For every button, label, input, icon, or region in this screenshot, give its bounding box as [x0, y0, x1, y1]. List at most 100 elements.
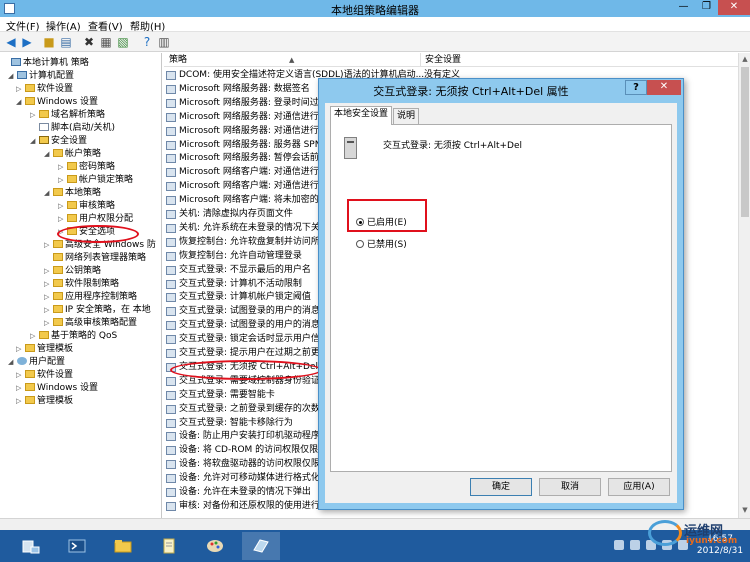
filter-icon[interactable]: ▥	[157, 35, 171, 49]
dialog-help-button[interactable]: ?	[625, 80, 647, 95]
tree-item-user-software-settings[interactable]: ▷ 软件设置	[16, 369, 73, 382]
watermark-logo-icon	[648, 520, 682, 546]
tree-item-network-list-manager[interactable]: 网络列表管理器策略	[44, 252, 146, 265]
list-header: 策略 ▲ 安全设置	[164, 53, 738, 67]
help-icon[interactable]: ?	[140, 35, 154, 49]
taskbar-powershell[interactable]	[58, 532, 96, 560]
tree-item-advanced-audit[interactable]: ▷ 高级审核策略配置	[44, 317, 137, 330]
policy-item-icon	[166, 307, 176, 317]
tree-item-admin-templates[interactable]: ▷ 管理模板	[16, 343, 73, 356]
user-icon	[17, 357, 27, 365]
tree-item-name-resolution-policy[interactable]: ▷ 域名解析策略	[30, 109, 105, 122]
cancel-button[interactable]: 取消	[539, 478, 601, 496]
tab-local-security-setting[interactable]: 本地安全设置	[330, 106, 393, 125]
policy-item-icon	[166, 210, 176, 219]
tree-item-windows-settings[interactable]: ◢ Windows 设置	[16, 96, 98, 109]
up-folder-icon[interactable]: ■	[42, 35, 56, 49]
vertical-scrollbar[interactable]: ▲ ▼	[738, 53, 750, 518]
policy-item-icon	[166, 84, 176, 94]
taskbar-notepad[interactable]	[150, 532, 188, 560]
tree-item-audit-policy[interactable]: ▷ 审核策略	[58, 200, 115, 213]
policy-item-icon	[166, 168, 176, 178]
minimize-button[interactable]: —	[672, 0, 695, 15]
computer-icon	[11, 58, 21, 66]
folder-icon	[67, 214, 77, 222]
folder-icon	[67, 162, 77, 170]
policy-name: Microsoft 网络服务器: 登录时间过	[179, 97, 319, 108]
tree-item-local-policies[interactable]: ◢ 本地策略	[44, 187, 101, 200]
tree-item-app-control[interactable]: ▷ 应用程序控制策略	[44, 291, 137, 304]
tree-item-local-computer-policy[interactable]: 本地计算机 策略	[2, 57, 89, 70]
tree-pane: 本地计算机 策略 ◢ 计算机配置 ▷ 软件设置 ◢ Windows 设置 ▷ 域名解析策…	[0, 53, 162, 518]
tree-item-ip-security[interactable]: ▷ IP 安全策略，在 本地	[44, 304, 151, 317]
tree-item-software-restriction[interactable]: ▷ 软件限制策略	[44, 278, 119, 291]
ok-button[interactable]: 确定	[470, 478, 532, 496]
policy-name: 设备: 防止用户安装打印机驱动程序	[179, 431, 320, 442]
dialog-body: 本地安全设置 说明 交互式登录: 无须按 Ctrl+Alt+Del 已启用(E)…	[325, 103, 677, 503]
menu-view[interactable]: 查看(V)	[88, 18, 123, 33]
policy-name: 交互式登录: 之前登录到缓存的次数	[179, 403, 320, 414]
apply-button[interactable]: 应用(A)	[608, 478, 670, 496]
policy-name: 关机: 允许系统在未登录的情况下关	[179, 222, 320, 233]
maximize-button[interactable]: ❐	[695, 0, 718, 15]
policy-name: 交互式登录: 计算机不活动限制	[179, 278, 302, 289]
policy-name: 设备: 允许在未登录的情况下弹出	[179, 487, 311, 497]
properties-icon[interactable]: ▦	[99, 35, 113, 49]
document-icon	[39, 123, 49, 131]
column-policy-header[interactable]: 策略	[164, 53, 187, 67]
tree-item-scripts[interactable]: 脚本(启动/关机)	[30, 122, 115, 135]
close-button[interactable]: ✕	[718, 0, 750, 15]
tree-item-password-policy[interactable]: ▷ 密码策略	[58, 161, 115, 174]
policy-name: 交互式登录: 锁定会话时显示用户信	[179, 334, 320, 345]
tree-item-user-config[interactable]: ◢ 用户配置	[8, 356, 65, 369]
policy-name: 关机: 清除虚拟内存页面文件	[179, 209, 293, 219]
tab-explain[interactable]: 说明	[393, 108, 420, 124]
radio-disabled[interactable]: 已禁用(S)	[356, 239, 407, 251]
export-list-icon[interactable]: ▧	[116, 35, 130, 49]
back-arrow-icon[interactable]: ◀	[4, 35, 18, 49]
policy-item-icon	[166, 488, 176, 497]
annotation-ellipse-no-ctrl-alt-del	[170, 360, 322, 380]
tree-item-computer-config[interactable]: ◢ 计算机配置	[8, 70, 74, 83]
menu-action[interactable]: 操作(A)	[46, 18, 81, 33]
tree-item-public-key-policies[interactable]: ▷ 公钥策略	[44, 265, 101, 278]
menu-help[interactable]: 帮助(H)	[130, 18, 165, 33]
policy-name: 交互式登录: 不显示最后的用户名	[179, 264, 311, 275]
folder-icon	[25, 84, 35, 92]
show-hide-tree-icon[interactable]: ▤	[59, 35, 73, 49]
tray-up-arrow-icon[interactable]	[614, 540, 624, 550]
tree-item-user-windows-settings[interactable]: ▷ Windows 设置	[16, 382, 98, 395]
forward-arrow-icon[interactable]: ▶	[20, 35, 34, 49]
taskbar-gpedit[interactable]	[242, 532, 280, 560]
menu-file[interactable]: 文件(F)	[6, 18, 40, 33]
tray-flag-icon[interactable]	[630, 540, 640, 550]
dialog-close-button[interactable]: ✕	[647, 80, 681, 95]
policy-item-icon	[166, 98, 176, 108]
folder-icon	[53, 279, 63, 287]
taskbar-file-explorer[interactable]	[104, 532, 142, 560]
file-explorer-icon	[114, 540, 132, 553]
folder-icon	[53, 318, 63, 326]
policy-item-icon	[166, 223, 176, 233]
computer-icon	[17, 71, 27, 79]
tree-item-account-lockout-policy[interactable]: ▷ 帐户锁定策略	[58, 174, 133, 187]
taskbar-server-manager[interactable]	[12, 532, 50, 560]
scroll-down-icon[interactable]: ▼	[739, 506, 750, 514]
folder-icon	[67, 175, 77, 183]
tree-item-software-settings[interactable]: ▷ 软件设置	[16, 83, 73, 96]
column-setting-header[interactable]: 安全设置	[420, 53, 461, 67]
tree-item-user-admin-templates[interactable]: ▷ 管理模板	[16, 395, 73, 408]
tree-item-policy-qos[interactable]: ▷ 基于策略的 QoS	[30, 330, 117, 343]
scroll-up-icon[interactable]: ▲	[739, 55, 750, 63]
policy-item-icon	[166, 71, 176, 80]
policy-name: Microsoft 网络服务器: 对通信进行	[179, 111, 319, 122]
taskbar-paint[interactable]	[196, 532, 234, 560]
tree-item-account-policies[interactable]: ◢ 帐户策略	[44, 148, 101, 161]
tree-item-security-settings[interactable]: ◢ 安全设置	[30, 135, 87, 148]
radio-unchecked-icon	[356, 240, 364, 248]
taskbar: 16:57 2012/8/31	[0, 530, 750, 562]
policy-name: Microsoft 网络服务器: 服务器 SPN	[179, 139, 322, 150]
delete-icon[interactable]: ✖	[82, 35, 96, 49]
scroll-thumb[interactable]	[741, 67, 749, 217]
policy-item-icon	[166, 418, 176, 428]
